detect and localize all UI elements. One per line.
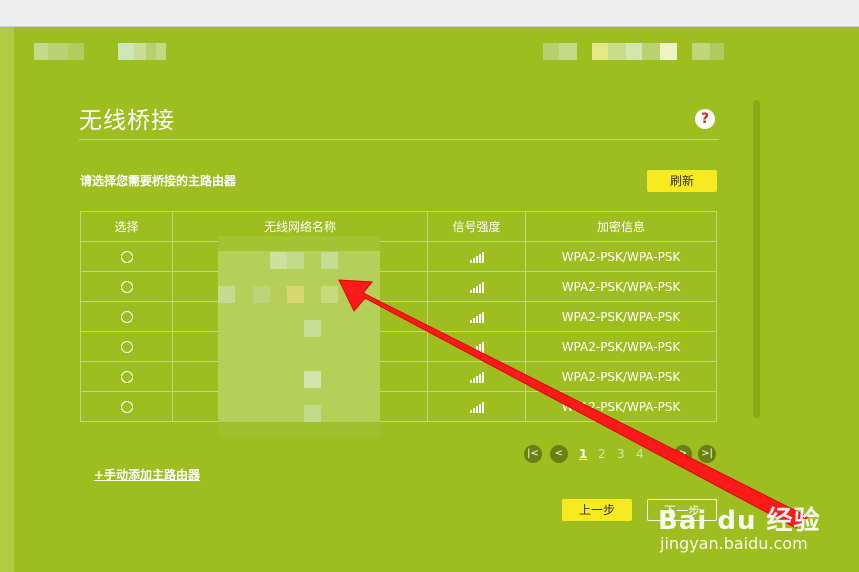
baidu-jingyan-watermark: Bai du 经验 jingyan.baidu.com [658,500,821,553]
watermark-logo: Bai du 经验 [658,506,821,536]
watermark-url: jingyan.baidu.com [660,534,808,553]
red-annotation-arrow [338,279,809,529]
